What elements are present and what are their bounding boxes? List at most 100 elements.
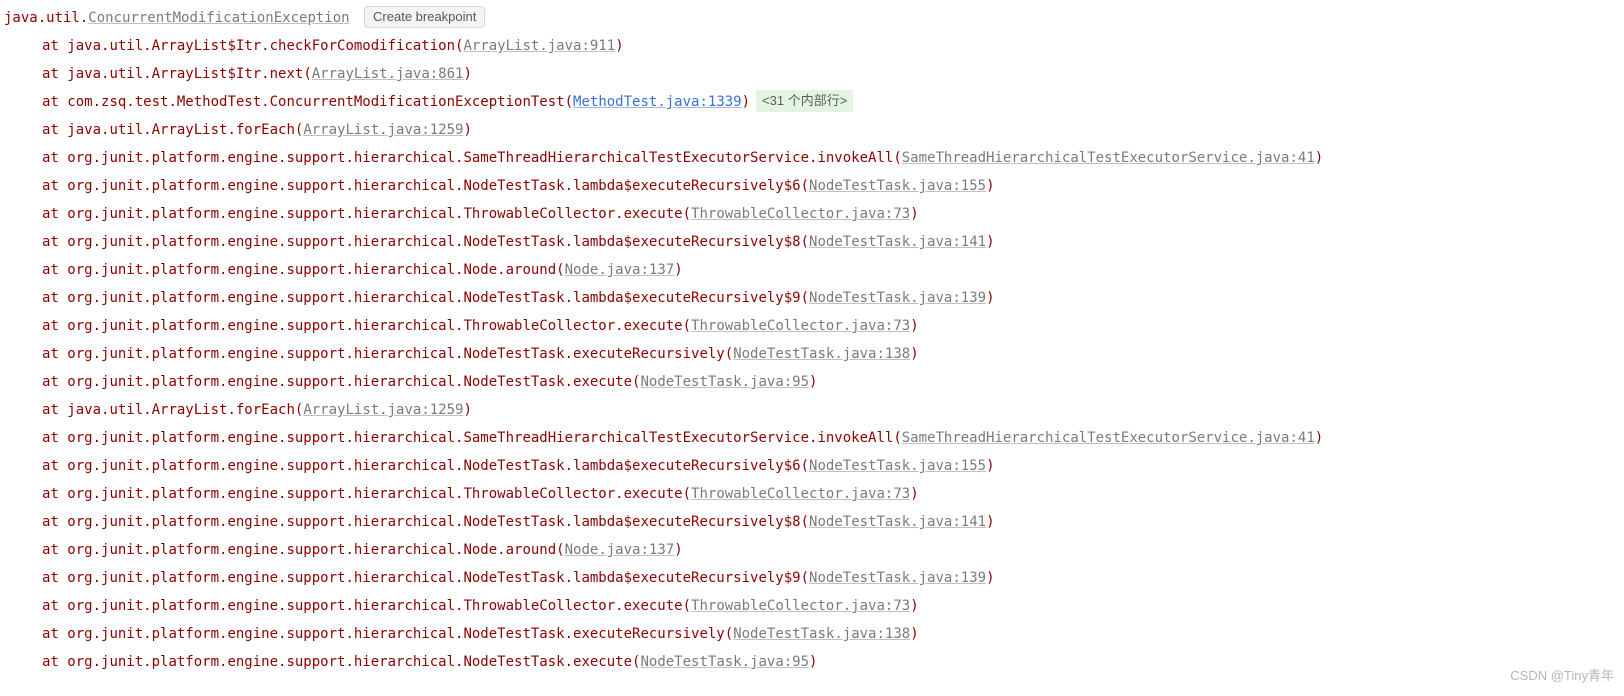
paren-close: ) <box>809 374 817 390</box>
paren-open: ( <box>725 346 733 362</box>
paren-open: ( <box>893 430 901 446</box>
source-file-link[interactable]: NodeTestTask.java:139 <box>809 290 986 306</box>
paren-open: ( <box>801 234 809 250</box>
stack-frame: at java.util.ArrayList.forEach(ArrayList… <box>0 116 1624 144</box>
paren-open: ( <box>565 94 573 110</box>
stack-frame: at org.junit.platform.engine.support.hie… <box>0 340 1624 368</box>
exception-class-link[interactable]: ConcurrentModificationException <box>88 10 349 26</box>
method-path: java.util.ArrayList.forEach <box>67 402 295 418</box>
method-path: org.junit.platform.engine.support.hierar… <box>67 262 556 278</box>
source-file-link[interactable]: NodeTestTask.java:138 <box>733 346 910 362</box>
paren-close: ) <box>674 542 682 558</box>
source-file-link[interactable]: NodeTestTask.java:139 <box>809 570 986 586</box>
paren-close: ) <box>910 598 918 614</box>
stack-frame: at org.junit.platform.engine.support.hie… <box>0 452 1624 480</box>
paren-close: ) <box>986 458 994 474</box>
at-label: at <box>42 402 59 418</box>
stack-frame: at org.junit.platform.engine.support.hie… <box>0 284 1624 312</box>
stack-frame: at org.junit.platform.engine.support.hie… <box>0 200 1624 228</box>
paren-close: ) <box>463 402 471 418</box>
at-label: at <box>42 374 59 390</box>
paren-close: ) <box>615 38 623 54</box>
source-file-link[interactable]: NodeTestTask.java:141 <box>809 514 986 530</box>
stack-frame: at org.junit.platform.engine.support.hie… <box>0 620 1624 648</box>
at-label: at <box>42 598 59 614</box>
method-path: org.junit.platform.engine.support.hierar… <box>67 514 800 530</box>
source-file-link[interactable]: ThrowableCollector.java:73 <box>691 206 910 222</box>
source-file-link[interactable]: ThrowableCollector.java:73 <box>691 318 910 334</box>
paren-close: ) <box>910 626 918 642</box>
at-label: at <box>42 318 59 334</box>
at-label: at <box>42 626 59 642</box>
at-label: at <box>42 94 59 110</box>
paren-close: ) <box>910 346 918 362</box>
paren-open: ( <box>801 570 809 586</box>
method-path: org.junit.platform.engine.support.hierar… <box>67 458 800 474</box>
paren-open: ( <box>893 150 901 166</box>
paren-close: ) <box>986 178 994 194</box>
at-label: at <box>42 206 59 222</box>
at-label: at <box>42 262 59 278</box>
method-path: org.junit.platform.engine.support.hierar… <box>67 150 893 166</box>
source-file-link[interactable]: ThrowableCollector.java:73 <box>691 486 910 502</box>
paren-open: ( <box>801 290 809 306</box>
method-path: org.junit.platform.engine.support.hierar… <box>67 290 800 306</box>
internal-lines-badge[interactable]: <31 个内部行> <box>756 90 853 112</box>
method-path: org.junit.platform.engine.support.hierar… <box>67 654 632 670</box>
source-file-link[interactable]: NodeTestTask.java:141 <box>809 234 986 250</box>
at-label: at <box>42 542 59 558</box>
paren-close: ) <box>809 654 817 670</box>
paren-close: ) <box>463 66 471 82</box>
source-file-link[interactable]: ThrowableCollector.java:73 <box>691 598 910 614</box>
stack-frame: at org.junit.platform.engine.support.hie… <box>0 228 1624 256</box>
source-file-link[interactable]: NodeTestTask.java:95 <box>640 374 809 390</box>
exception-line: java.util.ConcurrentModificationExceptio… <box>0 4 1624 32</box>
stack-frame: at java.util.ArrayList$Itr.next(ArrayLis… <box>0 60 1624 88</box>
method-path: org.junit.platform.engine.support.hierar… <box>67 206 682 222</box>
source-file-link[interactable]: MethodTest.java:1339 <box>573 94 742 110</box>
source-file-link[interactable]: NodeTestTask.java:155 <box>809 178 986 194</box>
paren-close: ) <box>742 94 750 110</box>
source-file-link[interactable]: SameThreadHierarchicalTestExecutorServic… <box>902 430 1315 446</box>
at-label: at <box>42 150 59 166</box>
at-label: at <box>42 178 59 194</box>
source-file-link[interactable]: NodeTestTask.java:155 <box>809 458 986 474</box>
source-file-link[interactable]: Node.java:137 <box>565 542 675 558</box>
stack-frame: at org.junit.platform.engine.support.hie… <box>0 480 1624 508</box>
source-file-link[interactable]: ArrayList.java:911 <box>463 38 615 54</box>
stack-frame: at org.junit.platform.engine.support.hie… <box>0 508 1624 536</box>
stack-frame: at org.junit.platform.engine.support.hie… <box>0 424 1624 452</box>
paren-close: ) <box>1315 430 1323 446</box>
source-file-link[interactable]: SameThreadHierarchicalTestExecutorServic… <box>902 150 1315 166</box>
source-file-link[interactable]: ArrayList.java:1259 <box>303 402 463 418</box>
paren-open: ( <box>683 598 691 614</box>
paren-close: ) <box>986 234 994 250</box>
method-path: java.util.ArrayList$Itr.next <box>67 66 303 82</box>
source-file-link[interactable]: NodeTestTask.java:138 <box>733 626 910 642</box>
stack-frame: at org.junit.platform.engine.support.hie… <box>0 536 1624 564</box>
method-path: org.junit.platform.engine.support.hierar… <box>67 234 800 250</box>
source-file-link[interactable]: NodeTestTask.java:95 <box>640 654 809 670</box>
at-label: at <box>42 290 59 306</box>
create-breakpoint-button[interactable]: Create breakpoint <box>364 6 485 28</box>
stack-frame: at org.junit.platform.engine.support.hie… <box>0 144 1624 172</box>
method-path: org.junit.platform.engine.support.hierar… <box>67 318 682 334</box>
paren-close: ) <box>1315 150 1323 166</box>
stack-frame: at org.junit.platform.engine.support.hie… <box>0 592 1624 620</box>
stack-frame: at org.junit.platform.engine.support.hie… <box>0 172 1624 200</box>
method-path: com.zsq.test.MethodTest.ConcurrentModifi… <box>67 94 564 110</box>
paren-open: ( <box>801 514 809 530</box>
method-path: org.junit.platform.engine.support.hierar… <box>67 598 682 614</box>
stack-frame: at com.zsq.test.MethodTest.ConcurrentMod… <box>0 88 1624 116</box>
paren-open: ( <box>303 66 311 82</box>
source-file-link[interactable]: ArrayList.java:861 <box>312 66 464 82</box>
method-path: org.junit.platform.engine.support.hierar… <box>67 346 724 362</box>
paren-open: ( <box>556 542 564 558</box>
paren-close: ) <box>674 262 682 278</box>
at-label: at <box>42 654 59 670</box>
source-file-link[interactable]: Node.java:137 <box>565 262 675 278</box>
stack-frame: at org.junit.platform.engine.support.hie… <box>0 256 1624 284</box>
source-file-link[interactable]: ArrayList.java:1259 <box>303 122 463 138</box>
method-path: java.util.ArrayList$Itr.checkForComodifi… <box>67 38 455 54</box>
method-path: java.util.ArrayList.forEach <box>67 122 295 138</box>
